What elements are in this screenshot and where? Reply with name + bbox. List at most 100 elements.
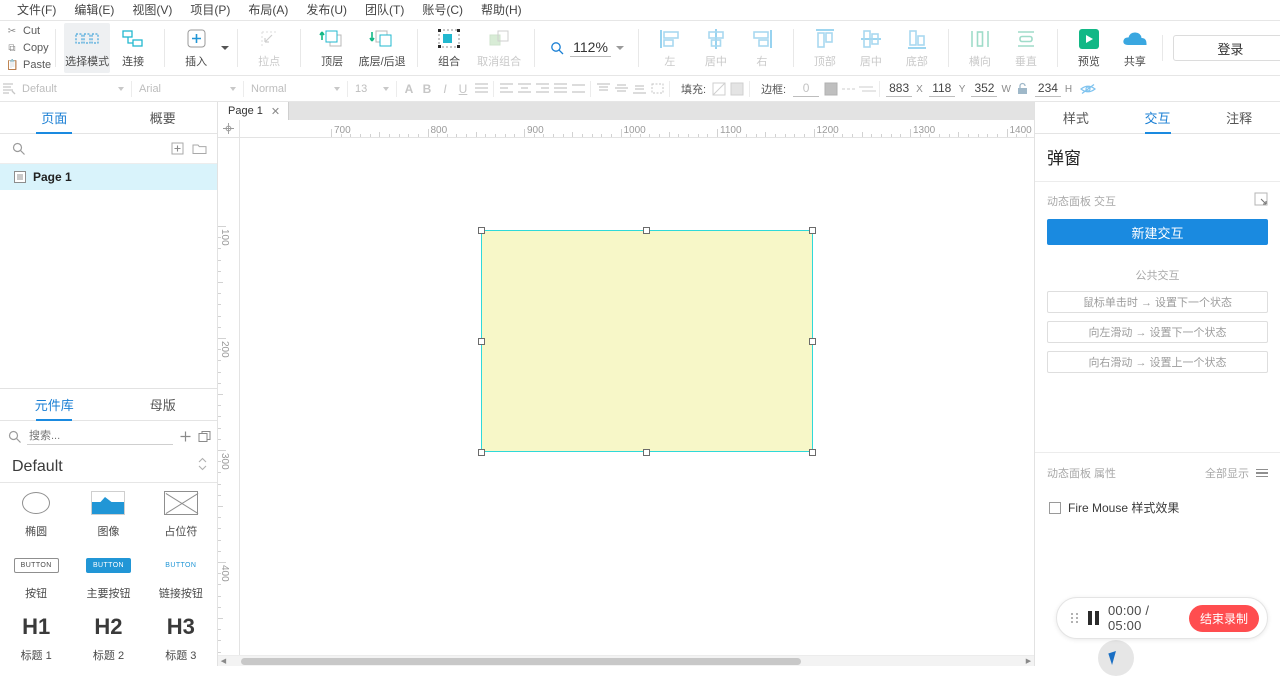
tab-masters[interactable]: 母版 — [109, 389, 218, 420]
font-size-select[interactable]: 13 — [351, 80, 393, 98]
text-align-justify-icon[interactable] — [551, 80, 569, 98]
page-list-item[interactable]: Page 1 — [0, 164, 217, 190]
hamburger-icon[interactable] — [1256, 468, 1268, 478]
tab-pages[interactable]: 页面 — [0, 102, 109, 133]
menu-item-4[interactable]: 布局(A) — [239, 0, 297, 20]
dynamic-panel-shape[interactable] — [481, 230, 813, 452]
distribute-0-button[interactable]: 横向 — [957, 23, 1003, 73]
pause-icon[interactable] — [1088, 611, 1099, 625]
horizontal-ruler[interactable]: 700 800 900 1000 1100 1200 1300 1400 — [240, 120, 1034, 138]
scrollbar-thumb[interactable] — [241, 657, 801, 665]
common-interaction-row-0[interactable]: 鼠标单击时 → 设置下一个状态 — [1047, 291, 1268, 313]
ruler-origin-icon[interactable] — [218, 120, 240, 138]
close-icon[interactable]: ✕ — [271, 105, 280, 118]
text-top-icon[interactable] — [594, 80, 612, 98]
fire-mouse-style-checkbox[interactable] — [1049, 501, 1061, 514]
text-align-left-icon[interactable] — [497, 80, 515, 98]
tab-widget-library[interactable]: 元件库 — [0, 389, 109, 420]
login-button[interactable]: 登录 — [1172, 35, 1280, 61]
text-align-center-icon[interactable] — [515, 80, 533, 98]
line-spacing-icon[interactable] — [569, 80, 587, 98]
copy-button[interactable]: ⧉ Copy — [6, 40, 51, 56]
resize-handle-s[interactable] — [643, 449, 650, 456]
menu-item-5[interactable]: 发布(U) — [297, 0, 356, 20]
tab-interactions[interactable]: 交互 — [1117, 102, 1199, 133]
library-stack-icon[interactable] — [198, 428, 212, 444]
arrow-style-icon[interactable] — [858, 80, 876, 98]
tab-style[interactable]: 样式 — [1035, 102, 1117, 133]
valign-0-button[interactable]: 顶部 — [802, 23, 848, 73]
style-select[interactable]: Default — [18, 80, 128, 98]
scroll-left-arrow[interactable]: ◀ — [218, 657, 229, 665]
search-icon[interactable] — [8, 428, 21, 444]
align-2-button[interactable]: 右 — [739, 23, 785, 73]
fill-color-swatch[interactable] — [728, 80, 746, 98]
menu-item-3[interactable]: 项目(P) — [181, 0, 239, 20]
common-interaction-row-2[interactable]: 向右滑动 → 设置上一个状态 — [1047, 351, 1268, 373]
list-icon[interactable] — [472, 80, 490, 98]
resize-handle-sw[interactable] — [478, 449, 485, 456]
show-all-label[interactable]: 全部显示 — [1205, 465, 1249, 481]
search-icon[interactable] — [10, 141, 26, 157]
italic-icon[interactable]: I — [436, 80, 454, 98]
tab-outline[interactable]: 概要 — [109, 102, 218, 133]
screen-recording-bar[interactable]: 00:00 / 05:00 结束录制 — [1056, 597, 1268, 639]
geometry-y-field[interactable]: 118 Y — [926, 81, 969, 97]
geometry-h-field[interactable]: 234 H — [1032, 81, 1075, 97]
font-family-select[interactable]: Arial — [135, 80, 240, 98]
font-color-icon[interactable]: A — [400, 80, 418, 98]
library-widget-h3-widget[interactable]: H3 标题 3 — [145, 613, 217, 666]
align-1-button[interactable]: 居中 — [693, 23, 739, 73]
menu-item-1[interactable]: 编辑(E) — [65, 0, 123, 20]
border-width-field[interactable]: 0 — [790, 81, 822, 97]
library-widget-ellipse-widget[interactable]: 椭圆 — [0, 489, 72, 551]
valign-2-button[interactable]: 底部 — [894, 23, 940, 73]
library-widget-placeholder-widget[interactable]: 占位符 — [145, 489, 217, 551]
vertical-ruler[interactable]: 100200300400500 — [218, 138, 240, 655]
menu-item-7[interactable]: 账号(C) — [413, 0, 472, 20]
cut-button[interactable]: ✂ Cut — [6, 23, 51, 39]
scroll-right-arrow[interactable]: ▶ — [1023, 657, 1034, 665]
tab-notes[interactable]: 注释 — [1198, 102, 1280, 133]
geometry-w-field[interactable]: 352 W — [968, 81, 1013, 97]
library-widget-h1-widget[interactable]: H1 标题 1 — [0, 613, 72, 666]
padding-icon[interactable] — [648, 80, 666, 98]
design-canvas[interactable] — [240, 138, 1034, 655]
horizontal-scrollbar[interactable]: ◀ ▶ — [218, 655, 1034, 666]
library-widget-h2-widget[interactable]: H2 标题 2 — [72, 613, 144, 666]
library-widget-image-widget[interactable]: 图像 — [72, 489, 144, 551]
resize-handle-ne[interactable] — [809, 227, 816, 234]
library-widget-link-button-widget[interactable]: BUTTON 链接按钮 — [145, 551, 217, 613]
library-search-input[interactable] — [27, 427, 173, 445]
menu-item-8[interactable]: 帮助(H) — [472, 0, 531, 20]
resize-handle-e[interactable] — [809, 338, 816, 345]
distribute-1-button[interactable]: 垂直 — [1003, 23, 1049, 73]
resize-handle-se[interactable] — [809, 449, 816, 456]
text-middle-icon[interactable] — [612, 80, 630, 98]
text-align-right-icon[interactable] — [533, 80, 551, 98]
font-weight-select[interactable]: Normal — [247, 80, 344, 98]
menu-item-2[interactable]: 视图(V) — [123, 0, 181, 20]
valign-1-button[interactable]: 居中 — [848, 23, 894, 73]
selection-mode-button[interactable]: 选择模式 — [64, 23, 111, 73]
chevron-down-icon[interactable] — [615, 46, 624, 50]
hidden-eye-icon[interactable] — [1079, 80, 1097, 98]
group-button[interactable]: 组合 — [426, 23, 472, 73]
insert-dropdown-caret[interactable] — [221, 46, 230, 50]
underline-icon[interactable]: U — [454, 80, 472, 98]
geometry-x-field[interactable]: 883 X — [883, 81, 926, 97]
bold-icon[interactable]: B — [418, 80, 436, 98]
add-page-icon[interactable] — [169, 141, 185, 157]
connect-button[interactable]: 连接 — [110, 23, 156, 73]
menu-item-0[interactable]: 文件(F) — [8, 0, 65, 20]
chevron-updown-icon[interactable] — [198, 457, 207, 476]
share-button[interactable]: 共享 — [1112, 23, 1158, 73]
common-interaction-row-1[interactable]: 向左滑动 → 设置下一个状态 — [1047, 321, 1268, 343]
new-folder-icon[interactable] — [191, 141, 207, 157]
lock-icon[interactable] — [1014, 80, 1032, 98]
fire-mouse-style-row[interactable]: Fire Mouse 样式效果 — [1035, 487, 1280, 516]
text-bottom-icon[interactable] — [630, 80, 648, 98]
resize-handle-w[interactable] — [478, 338, 485, 345]
align-0-button[interactable]: 左 — [647, 23, 693, 73]
border-style-icon[interactable] — [840, 80, 858, 98]
